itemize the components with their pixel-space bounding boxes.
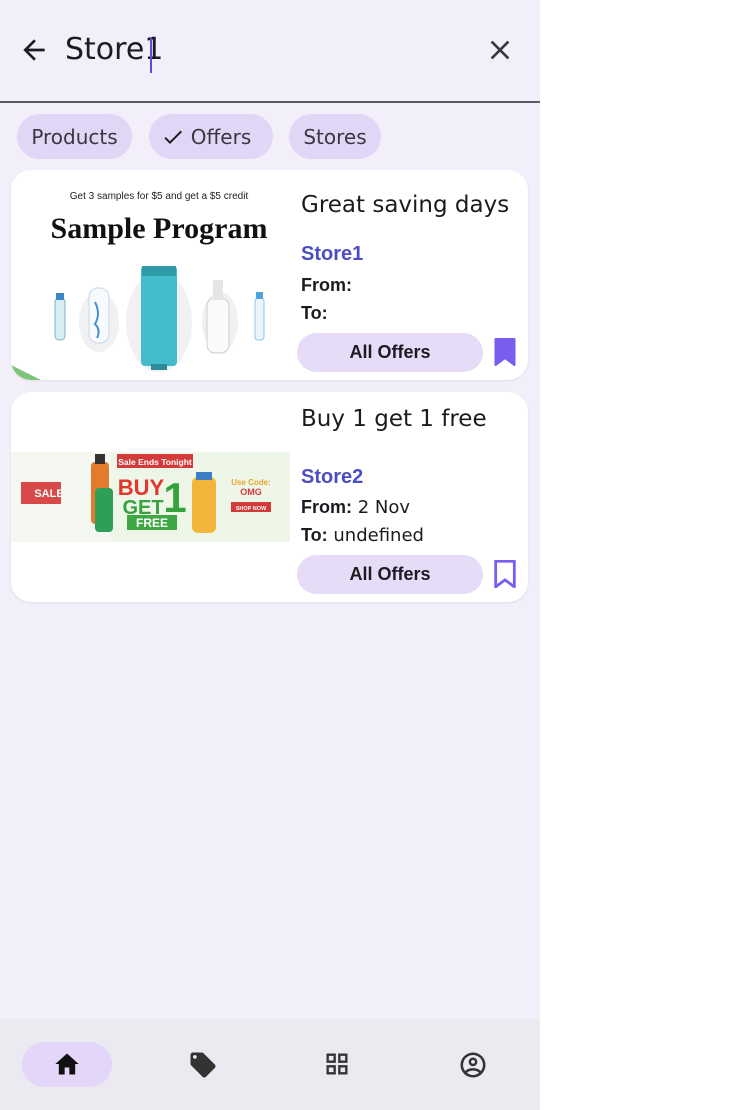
tag-icon <box>190 1052 216 1078</box>
nav-categories[interactable] <box>292 1042 382 1087</box>
offer-title: Buy 1 get 1 free <box>301 406 487 432</box>
search-divider <box>0 101 540 103</box>
to-label: To: <box>301 525 328 545</box>
all-offers-button[interactable]: All Offers <box>297 555 483 594</box>
offer-from: From: <box>301 275 352 296</box>
app-screen: Store1 Products Offers Stores Get 3 samp… <box>0 0 540 1110</box>
bottom-navigation <box>0 1019 540 1110</box>
banner-title: Sample Program <box>51 212 268 245</box>
search-bar: Store1 <box>0 0 540 101</box>
to-label: To: <box>301 303 328 323</box>
code-label: Use Code: <box>231 478 271 487</box>
code-text: OMG <box>240 487 262 497</box>
to-value: undefined <box>333 525 424 546</box>
bogo-sale-banner: SALE Sale Ends Tonight BUY GET 1 FREE Us… <box>11 392 290 602</box>
filter-chip-label: Products <box>31 124 118 149</box>
account-circle-icon <box>460 1052 486 1078</box>
offer-image: Get 3 samples for $5 and get a $5 credit… <box>11 170 290 380</box>
sale-tag: SALE <box>34 488 63 500</box>
offer-from: From: 2 Nov <box>301 497 410 518</box>
close-icon[interactable] <box>484 34 516 66</box>
banner-headline: Get 3 samples for $5 and get a $5 credit <box>70 191 249 202</box>
grid-icon <box>326 1053 348 1075</box>
store-link[interactable]: Store2 <box>301 466 363 489</box>
offer-to: To: <box>301 303 328 324</box>
offer-card[interactable]: SALE Sale Ends Tonight BUY GET 1 FREE Us… <box>11 392 528 602</box>
shop-now-text: SHOP NOW <box>236 506 267 512</box>
filter-chip-products[interactable]: Products <box>17 114 132 159</box>
from-label: From: <box>301 497 352 517</box>
all-offers-button[interactable]: All Offers <box>297 333 483 372</box>
from-value: 2 Nov <box>357 497 411 518</box>
text-cursor <box>150 37 152 73</box>
free-text: FREE <box>136 516 168 530</box>
filter-chip-label: Stores <box>303 124 367 149</box>
sale-ends-banner: Sale Ends Tonight <box>118 457 192 467</box>
back-arrow-icon[interactable] <box>18 34 50 66</box>
nav-offers[interactable] <box>157 1042 247 1087</box>
offer-image: SALE Sale Ends Tonight BUY GET 1 FREE Us… <box>11 392 290 602</box>
check-icon <box>164 130 182 144</box>
nav-home[interactable] <box>22 1042 112 1087</box>
filter-chip-label: Offers <box>190 124 252 149</box>
bookmark-outline-icon[interactable] <box>493 560 517 588</box>
from-label: From: <box>301 275 352 295</box>
store-link[interactable]: Store1 <box>301 243 363 266</box>
offer-title: Great saving days <box>301 192 510 218</box>
one-text: 1 <box>163 474 186 521</box>
home-icon <box>55 1053 79 1075</box>
offer-to: To: undefined <box>301 525 424 546</box>
nav-account[interactable] <box>427 1042 517 1087</box>
filter-chip-stores[interactable]: Stores <box>289 114 381 159</box>
filter-chip-offers[interactable]: Offers <box>149 114 273 159</box>
bookmark-filled-icon[interactable] <box>493 338 517 366</box>
sample-program-banner: Get 3 samples for $5 and get a $5 credit… <box>11 170 290 380</box>
offer-card[interactable]: Get 3 samples for $5 and get a $5 credit… <box>11 170 528 380</box>
search-input[interactable]: Store1 <box>65 32 163 67</box>
